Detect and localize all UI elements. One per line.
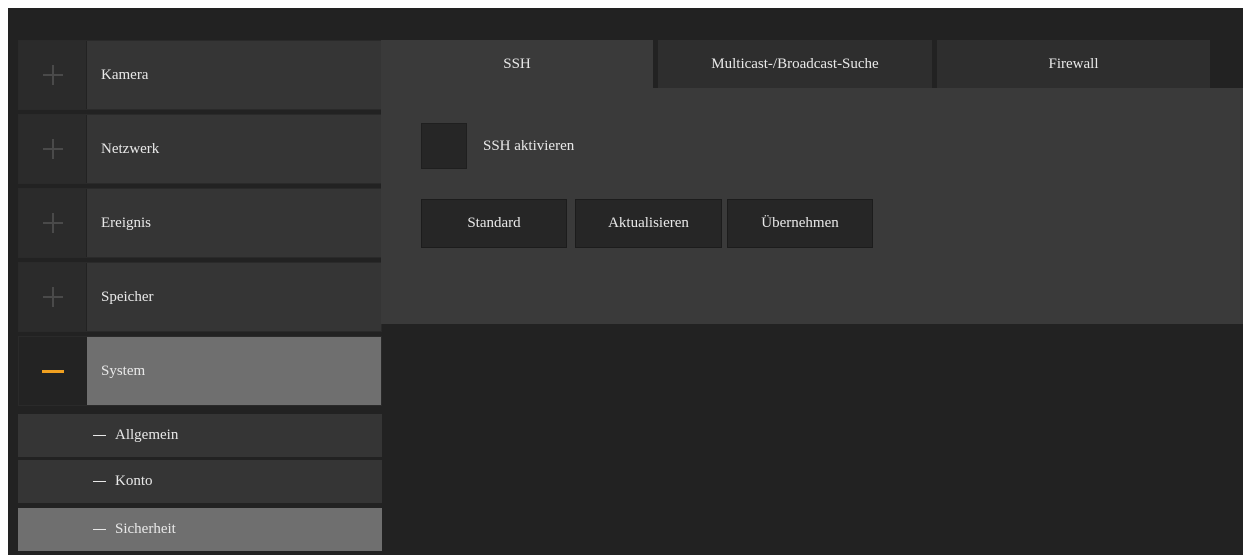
sidebar-subitem-konto[interactable]: Konto <box>18 460 382 503</box>
tab-multicast-broadcast-suche[interactable]: Multicast-/Broadcast-Suche <box>658 40 932 88</box>
sidebar-item-speicher[interactable]: Speicher <box>18 262 382 332</box>
ssh-enable-checkbox[interactable] <box>421 123 467 169</box>
sidebar-item-label: Kamera <box>101 66 149 83</box>
apply-button[interactable]: Übernehmen <box>727 199 873 248</box>
ssh-panel: SSH aktivieren Standard Aktualisieren Üb… <box>381 88 1243 324</box>
sidebar-item-label: System <box>101 362 146 379</box>
sidebar-subitem-sicherheit[interactable]: Sicherheit <box>18 508 382 551</box>
sidebar-subitem-allgemein[interactable]: Allgemein <box>18 414 382 457</box>
sidebar-item-system[interactable]: System <box>18 336 382 406</box>
sidebar-subitem-label: Sicherheit <box>115 521 176 537</box>
standard-button[interactable]: Standard <box>421 199 567 248</box>
plus-icon[interactable] <box>19 263 87 331</box>
dash-icon <box>93 435 106 436</box>
sidebar-subitem-label: Konto <box>115 473 153 489</box>
ssh-enable-label: SSH aktivieren <box>483 138 575 154</box>
sidebar-item-kamera[interactable]: Kamera <box>18 40 382 110</box>
sidebar-item-netzwerk[interactable]: Netzwerk <box>18 114 382 184</box>
dash-icon <box>93 481 106 482</box>
plus-icon[interactable] <box>19 41 87 109</box>
sidebar-item-label: Speicher <box>101 288 154 305</box>
sidebar-item-label: Netzwerk <box>101 140 160 157</box>
sidebar-item-label: Ereignis <box>101 214 151 231</box>
tab-firewall[interactable]: Firewall <box>937 40 1210 88</box>
plus-icon[interactable] <box>19 189 87 257</box>
app-frame: Kamera Netzwerk Ereignis Speicher System… <box>8 8 1243 555</box>
dash-icon <box>93 529 106 530</box>
sidebar-subitem-label: Allgemein <box>115 427 179 443</box>
minus-icon[interactable] <box>19 337 87 405</box>
plus-icon[interactable] <box>19 115 87 183</box>
refresh-button[interactable]: Aktualisieren <box>575 199 722 248</box>
tab-ssh[interactable]: SSH <box>381 40 653 88</box>
sidebar-item-ereignis[interactable]: Ereignis <box>18 188 382 258</box>
